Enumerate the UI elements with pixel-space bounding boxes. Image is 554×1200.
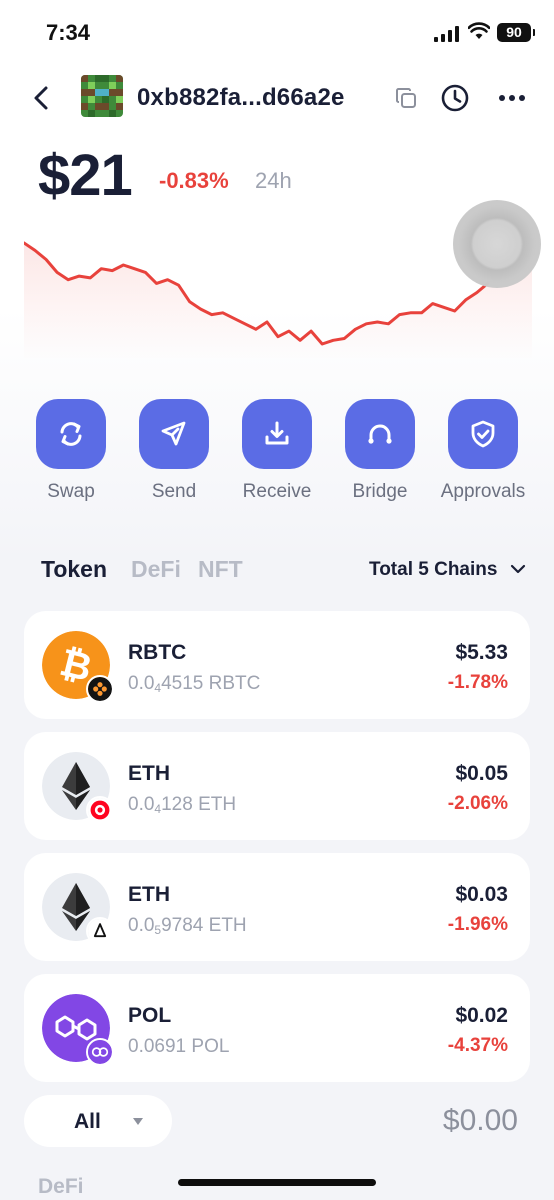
status-bar: 7:34 90	[0, 0, 554, 64]
linea-chain-icon	[86, 917, 114, 945]
avatar[interactable]	[81, 75, 123, 117]
token-symbol: POL	[128, 1004, 172, 1027]
bridge-button[interactable]: Bridge	[330, 399, 430, 503]
history-icon[interactable]	[440, 83, 470, 113]
token-symbol: RBTC	[128, 641, 187, 664]
receive-icon[interactable]	[242, 399, 312, 469]
receive-label: Receive	[242, 481, 312, 502]
token-amount: 0.059784 ETH	[128, 915, 247, 937]
defi-section-title: DeFi	[38, 1175, 84, 1198]
approvals-icon[interactable]	[448, 399, 518, 469]
filter-dropdown[interactable]: All	[24, 1095, 172, 1147]
home-indicator[interactable]	[178, 1179, 376, 1186]
chevron-down-icon[interactable]	[509, 562, 527, 576]
token-row-eth-optimism[interactable]: ETH 0.04128 ETH $0.05 -2.06%	[24, 732, 530, 840]
bridge-icon[interactable]	[345, 399, 415, 469]
battery-indicator: 90	[497, 23, 535, 42]
filter-label: All	[74, 1110, 101, 1133]
polygon-chain-icon	[86, 1038, 114, 1066]
token-change: -1.96%	[447, 914, 508, 935]
send-icon[interactable]	[139, 399, 209, 469]
token-symbol: ETH	[128, 883, 170, 906]
copy-icon[interactable]	[394, 86, 418, 110]
chart-scrub-handle[interactable]	[453, 200, 541, 288]
asset-tabs: Token DeFi NFT Total 5 Chains	[0, 556, 554, 592]
token-row-pol[interactable]: POL 0.0691 POL $0.02 -4.37%	[24, 974, 530, 1082]
more-icon[interactable]	[497, 84, 527, 112]
chain-selector[interactable]: Total 5 Chains	[369, 559, 497, 581]
token-amount: 0.04128 ETH	[128, 794, 237, 816]
balance-change: -0.83%	[159, 168, 229, 193]
token-value: $5.33	[455, 641, 508, 664]
swap-icon[interactable]	[36, 399, 106, 469]
token-value: $0.05	[455, 762, 508, 785]
token-symbol: ETH	[128, 762, 170, 785]
status-time: 7:34	[46, 20, 91, 45]
send-label: Send	[151, 481, 197, 502]
wallet-address[interactable]: 0xb882fa...d66a2e	[137, 84, 345, 112]
token-value: $0.02	[455, 1004, 508, 1027]
tab-token[interactable]: Token	[41, 556, 107, 583]
back-icon[interactable]	[28, 84, 56, 112]
wallet-header: 0xb882fa...d66a2e	[0, 70, 554, 126]
action-bar: Swap Send Receive Bridge Approvals	[0, 399, 554, 509]
defi-total-value: $0.00	[442, 1104, 518, 1137]
tab-defi[interactable]: DeFi	[131, 556, 181, 583]
approvals-button[interactable]: Approvals	[433, 399, 533, 503]
receive-button[interactable]: Receive	[227, 399, 327, 503]
token-change: -1.78%	[447, 672, 508, 693]
approvals-label: Approvals	[440, 481, 526, 502]
optimism-chain-icon	[86, 796, 114, 824]
total-balance: $21	[38, 143, 133, 208]
bridge-label: Bridge	[352, 481, 408, 502]
cellular-signal-icon	[434, 26, 460, 42]
token-row-eth-linea[interactable]: ETH 0.059784 ETH $0.03 -1.96%	[24, 853, 530, 961]
token-amount: 0.044515 RBTC	[128, 673, 261, 695]
swap-label: Swap	[47, 481, 95, 502]
caret-down-icon	[133, 1118, 143, 1125]
send-button[interactable]: Send	[124, 399, 224, 503]
token-change: -4.37%	[447, 1035, 508, 1056]
wifi-icon	[468, 22, 490, 39]
token-amount: 0.0691 POL	[128, 1036, 230, 1057]
change-period: 24h	[255, 168, 292, 193]
rootstock-chain-icon	[86, 675, 114, 703]
swap-button[interactable]: Swap	[21, 399, 121, 503]
token-value: $0.03	[455, 883, 508, 906]
token-row-rbtc[interactable]: ₿ RBTC 0.044515 RBTC $5.33 -1.78%	[24, 611, 530, 719]
tab-nft[interactable]: NFT	[198, 556, 243, 583]
token-change: -2.06%	[447, 793, 508, 814]
